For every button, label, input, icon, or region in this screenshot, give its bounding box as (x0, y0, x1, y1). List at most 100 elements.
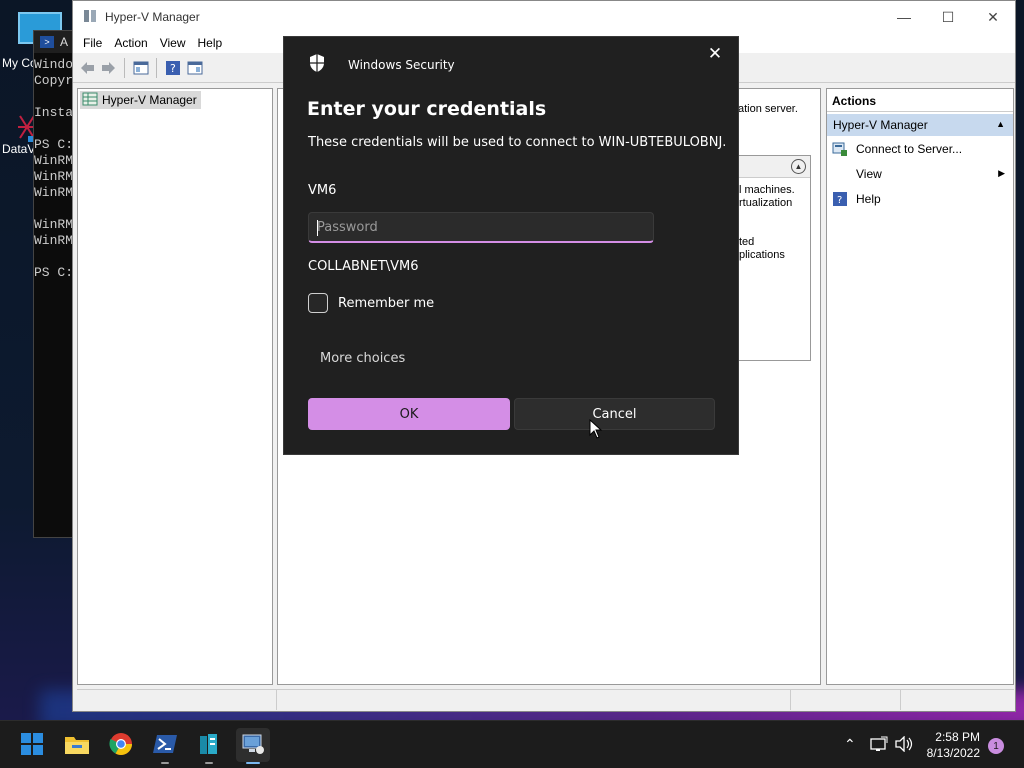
windows-security-dialog[interactable]: Windows Security ✕ Enter your credential… (283, 36, 739, 455)
minimize-button[interactable]: — (881, 1, 927, 33)
toolbar-separator (156, 57, 157, 78)
dialog-close-button[interactable]: ✕ (706, 44, 724, 64)
cancel-button[interactable]: Cancel (514, 398, 715, 430)
shield-icon (308, 53, 326, 76)
password-input[interactable] (308, 212, 654, 243)
action-label: View (856, 166, 882, 181)
intro-panel-header: ▲ (739, 156, 810, 178)
action-connect-to-server[interactable]: Connect to Server... (827, 136, 1013, 161)
intro-text-line: rtualization (739, 197, 793, 209)
dialog-app-name: Windows Security (348, 57, 455, 72)
remember-me-checkbox[interactable]: Remember me (308, 293, 434, 313)
intro-text-line: l machines. (739, 184, 795, 196)
start-icon (20, 732, 44, 759)
powershell-icon (153, 733, 177, 758)
svg-text:?: ? (170, 62, 176, 75)
powershell-title: A (60, 35, 69, 49)
actions-section-hyperv-manager[interactable]: Hyper-V Manager ▲ (827, 114, 1013, 136)
text-caret (317, 220, 318, 236)
console-tree: Hyper-V Manager (77, 88, 273, 685)
dialog-description: These credentials will be used to connec… (308, 135, 727, 150)
remember-me-label: Remember me (338, 295, 435, 311)
console-line: Windo (34, 57, 74, 72)
status-cell (277, 690, 791, 710)
console-line: WinRM (34, 185, 74, 200)
credential-username: VM6 (308, 183, 337, 198)
collapse-triangle-icon[interactable]: ▲ (996, 119, 1005, 129)
menu-view[interactable]: View (154, 36, 192, 50)
hyperv-window-title: Hyper-V Manager (105, 10, 200, 24)
action-help[interactable]: ? Help (827, 186, 1013, 211)
running-indicator (161, 762, 169, 764)
console-line: WinRM (34, 217, 74, 232)
help-icon[interactable]: ? (163, 58, 182, 77)
powershell-titlebar[interactable]: > A (34, 31, 77, 53)
clock-time: 2:58 PM (935, 730, 980, 744)
center-message: ation server. (738, 103, 798, 115)
menu-help[interactable]: Help (192, 36, 229, 50)
chrome-icon (109, 732, 133, 759)
powershell-icon: > (40, 36, 54, 48)
notification-badge[interactable]: 1 (988, 738, 1004, 754)
volume-icon[interactable] (894, 735, 914, 755)
show-hidden-icons-chevron-icon[interactable]: ⌃ (844, 736, 856, 753)
taskbar-chrome[interactable] (104, 728, 138, 762)
forward-arrow-icon[interactable] (99, 58, 118, 77)
action-label: Connect to Server... (856, 141, 963, 156)
console-line: PS C: (34, 137, 74, 152)
running-indicator (205, 762, 213, 764)
checkbox-box[interactable] (308, 293, 328, 313)
file-explorer-icon (64, 733, 90, 758)
status-cell (77, 690, 277, 710)
blank-icon (832, 166, 848, 182)
console-line: WinRM (34, 169, 74, 184)
actions-section-label: Hyper-V Manager (833, 118, 928, 132)
system-clock[interactable]: 2:58 PM 8/13/2022 (927, 729, 980, 761)
svg-text:?: ? (837, 195, 842, 206)
dialog-header: Windows Security (308, 53, 455, 76)
actions-header: Actions (827, 89, 1013, 112)
tree-item-label: Hyper-V Manager (102, 93, 197, 107)
show-hide-console-tree-icon[interactable] (131, 58, 150, 77)
tree-item-hyperv-manager[interactable]: Hyper-V Manager (80, 91, 201, 109)
close-window-button[interactable]: ✕ (970, 1, 1016, 33)
taskbar: ⌃ 2:58 PM 8/13/2022 1 (0, 720, 1024, 768)
powershell-console[interactable]: Windo Copyr Insta PS C: WinRM WinRM WinRM Wi… (34, 53, 77, 281)
status-bar (77, 689, 1014, 710)
clock-date: 8/13/2022 (926, 746, 980, 760)
action-view[interactable]: View ▶ (827, 161, 1013, 186)
console-line: Insta (34, 105, 74, 120)
back-arrow-icon[interactable] (77, 58, 96, 77)
intro-text-line: ted (739, 236, 755, 248)
ok-button[interactable]: OK (308, 398, 510, 430)
intro-text-line: plications (739, 249, 785, 261)
hyper-v-manager-icon (241, 732, 265, 759)
menu-action[interactable]: Action (108, 36, 153, 50)
start-button[interactable] (15, 728, 49, 762)
maximize-button[interactable]: ☐ (925, 1, 971, 33)
active-indicator (246, 762, 260, 764)
collapse-up-icon[interactable]: ▲ (791, 159, 806, 174)
console-line: PS C: (34, 265, 74, 280)
server-manager-icon (197, 732, 221, 759)
toolbar-separator (124, 57, 125, 78)
dialog-title: Enter your credentials (307, 98, 547, 120)
show-hide-action-pane-icon[interactable] (185, 58, 204, 77)
submenu-arrow-icon: ▶ (998, 168, 1005, 178)
taskbar-powershell[interactable] (148, 728, 182, 764)
taskbar-hyperv-manager[interactable] (236, 728, 270, 764)
credential-domain-user: COLLABNET\VM6 (308, 259, 419, 274)
taskbar-file-explorer[interactable] (60, 728, 94, 762)
hyperv-titlebar[interactable]: Hyper-V Manager — ☐ ✕ (73, 1, 1015, 33)
status-cell (791, 690, 901, 710)
taskbar-server-manager[interactable] (192, 728, 226, 764)
intro-panel: ▲ l machines. rtualization ted plication… (738, 155, 811, 361)
more-choices-link[interactable]: More choices (320, 351, 405, 366)
console-line: WinRM (34, 153, 74, 168)
network-icon[interactable] (870, 736, 888, 755)
actions-pane: Actions Hyper-V Manager ▲ Connect to Ser… (826, 88, 1014, 685)
menu-file[interactable]: File (77, 36, 108, 50)
